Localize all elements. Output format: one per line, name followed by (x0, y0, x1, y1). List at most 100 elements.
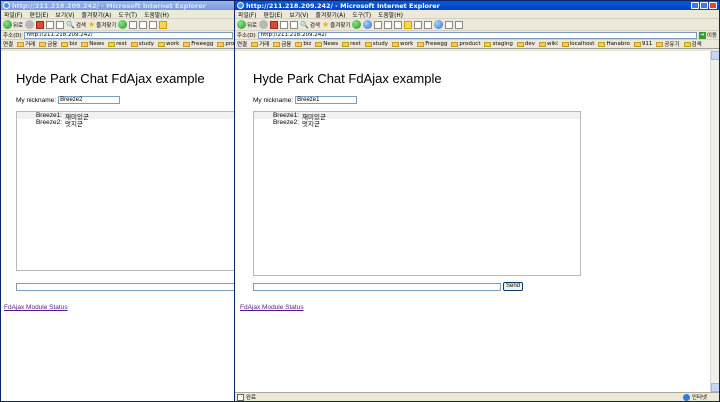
link-item[interactable]: product (217, 41, 235, 47)
folder-button[interactable] (404, 20, 413, 29)
link-item[interactable]: 금융 (273, 40, 291, 48)
menu-file[interactable]: 파일(F) (4, 10, 23, 19)
links-bar: 연결 거래 금융 biz News rest study work Freeeg… (235, 40, 719, 49)
history-button[interactable] (118, 20, 128, 29)
folder-button[interactable] (159, 20, 168, 29)
menu-edit[interactable]: 편집(E) (30, 10, 49, 19)
print-button[interactable] (374, 20, 383, 29)
menu-file[interactable]: 파일(F) (238, 10, 257, 19)
refresh-button[interactable] (46, 20, 55, 29)
link-item[interactable]: 911 (633, 41, 652, 47)
folder-icon (273, 41, 281, 47)
toolbar-extra-button[interactable] (455, 20, 464, 29)
link-item[interactable]: 공유기 (656, 40, 680, 48)
address-input[interactable]: http://211.218.209.242/ (257, 31, 697, 39)
back-button[interactable]: 뒤로 (3, 20, 23, 29)
menu-view[interactable]: 보기(V) (55, 10, 74, 19)
menu-help[interactable]: 도움말(H) (378, 10, 403, 19)
search-button[interactable]: 🔍 검색 (66, 21, 86, 29)
link-item[interactable]: biz (61, 41, 77, 47)
module-status-link[interactable]: FdAjax Module Status (240, 304, 304, 311)
link-item[interactable]: 검색 (683, 40, 702, 48)
toolbar-extra-button[interactable] (445, 20, 454, 29)
module-status-link[interactable]: FdAjax Module Status (4, 304, 68, 311)
title-bar[interactable]: http://211.218.209.242/ - Microsoft Inte… (235, 1, 719, 10)
menu-edit[interactable]: 편집(E) (264, 10, 283, 19)
discuss-button[interactable] (394, 20, 403, 29)
link-item[interactable]: 금융 (39, 40, 57, 48)
send-button[interactable]: Send (503, 282, 523, 291)
message-input[interactable] (253, 283, 501, 291)
link-item[interactable]: wiki (539, 41, 558, 47)
link-item[interactable]: 거래 (251, 40, 269, 48)
mail-button[interactable] (129, 20, 138, 29)
menu-favorites[interactable]: 즐겨찾기(A) (316, 10, 346, 19)
link-item[interactable]: product (451, 41, 480, 47)
link-item[interactable]: work (157, 41, 179, 47)
menu-tools[interactable]: 도구(T) (352, 10, 371, 19)
menu-help[interactable]: 도움말(H) (144, 10, 169, 19)
menu-tools[interactable]: 도구(T) (118, 10, 137, 19)
nickname-input[interactable]: Breeze1 (295, 96, 358, 104)
go-button[interactable]: ➜ 이동 (698, 31, 717, 39)
menu-favorites[interactable]: 즐겨찾기(A) (82, 10, 112, 19)
link-item[interactable]: study (130, 41, 154, 47)
browser-window-front[interactable]: http://211.218.209.242/ - Microsoft Inte… (234, 0, 720, 402)
vertical-scrollbar[interactable] (710, 51, 719, 392)
browser-window-back[interactable]: http://211.218.209.242/ - Microsoft Inte… (0, 0, 236, 402)
link-item[interactable]: study (364, 41, 388, 47)
link-item[interactable]: dev (516, 41, 535, 47)
edit-button[interactable] (149, 20, 158, 29)
title-bar[interactable]: http://211.218.209.242/ - Microsoft Inte… (1, 1, 235, 10)
forward-button[interactable] (259, 20, 269, 29)
maximize-button[interactable] (700, 2, 708, 9)
link-item[interactable]: Freeegg (183, 41, 213, 47)
link-item[interactable]: 거래 (17, 40, 35, 48)
link-item[interactable]: Freeegg (417, 41, 447, 47)
toolbar-extra-button[interactable] (424, 20, 433, 29)
link-item[interactable]: localhost (561, 41, 594, 47)
favorites-button[interactable]: ★ 즐겨찾기 (322, 20, 350, 29)
address-label: 주소(D) (3, 33, 22, 39)
link-item[interactable]: staging (484, 41, 513, 47)
link-item[interactable]: News (81, 41, 104, 47)
status-bar: 완료 인터넷 (235, 392, 719, 401)
link-label: 금융 (281, 42, 292, 48)
menu-view[interactable]: 보기(V) (289, 10, 308, 19)
search-button[interactable]: 🔍 검색 (300, 21, 320, 29)
refresh-button[interactable] (280, 20, 289, 29)
forward-button[interactable] (25, 20, 35, 29)
mail-button[interactable] (363, 20, 373, 29)
link-item[interactable]: biz (295, 41, 311, 47)
scroll-up-button[interactable] (711, 51, 719, 60)
stop-button[interactable] (270, 20, 279, 29)
favorites-button[interactable]: ★ 즐겨찾기 (88, 20, 116, 29)
messenger-button[interactable] (414, 20, 423, 29)
toolbar-extra-button[interactable] (434, 20, 444, 29)
link-item[interactable]: work (391, 41, 413, 47)
minimize-button[interactable] (691, 2, 699, 9)
close-button[interactable] (709, 2, 717, 9)
link-item[interactable]: Hanabro (598, 41, 630, 47)
history-button[interactable] (352, 20, 362, 29)
chat-message: Breeze1: 재미있군 (17, 112, 235, 121)
address-input[interactable]: http://211.218.209.242/ (23, 31, 233, 39)
folder-icon (656, 41, 664, 47)
stop-button[interactable] (36, 20, 45, 29)
link-label: rest (116, 41, 127, 47)
back-button[interactable]: 뒤로 (237, 20, 257, 29)
home-button[interactable] (290, 20, 299, 29)
link-label: 거래 (259, 42, 270, 48)
link-item[interactable]: rest (342, 41, 361, 47)
scroll-down-button[interactable] (711, 383, 719, 392)
link-item[interactable]: News (315, 41, 338, 47)
message-input[interactable] (16, 283, 235, 291)
link-label: rest (350, 41, 361, 47)
print-button[interactable] (139, 20, 148, 29)
message-author: Breeze2: (35, 119, 62, 126)
folder-icon (516, 41, 524, 47)
home-button[interactable] (56, 20, 65, 29)
edit-button[interactable] (384, 20, 393, 29)
nickname-input[interactable]: Breeze2 (58, 96, 121, 104)
link-item[interactable]: rest (108, 41, 127, 47)
